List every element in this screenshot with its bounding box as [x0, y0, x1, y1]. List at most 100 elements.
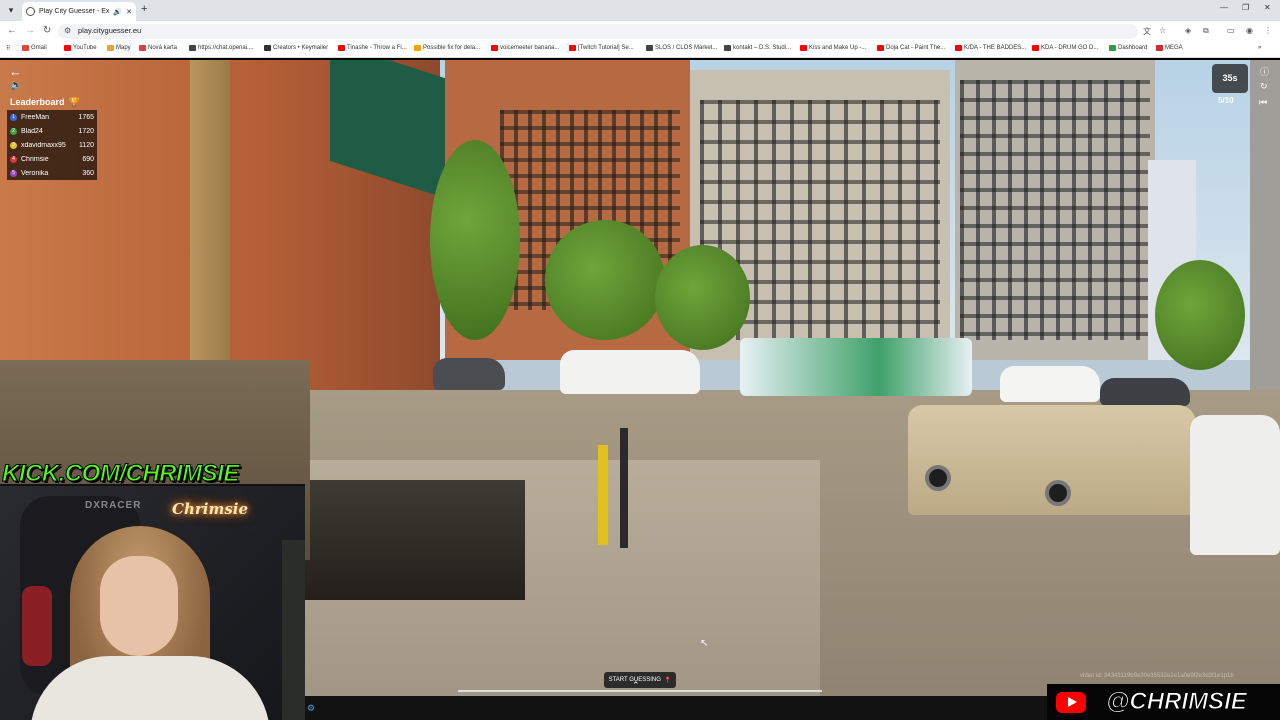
globe-icon [26, 7, 35, 16]
leaderboard-row: 1 FreeMan 1765 [7, 110, 97, 124]
window-grid [960, 80, 1150, 340]
neon-sign: Chrimsie [172, 500, 249, 518]
bookmark-nova-karta[interactable]: Nová karta [139, 45, 177, 51]
rank-badge: 2 [10, 127, 17, 135]
bookmarks-bar: ⠿ Gmail YouTube Mapy Nová karta https://… [0, 42, 1280, 58]
stone-block [305, 480, 525, 600]
bookmark-tinashe[interactable]: Tinashe - Throw a Fi... [338, 45, 407, 51]
keymailer-icon [264, 45, 271, 51]
skip-back-icon[interactable]: ⏮ [1259, 97, 1267, 108]
speaker-icon[interactable]: 🔊 [113, 8, 122, 16]
site-info-icon[interactable]: ⚙ [64, 26, 71, 35]
youtube-icon [491, 45, 498, 51]
close-tab-icon[interactable]: ✕ [126, 8, 132, 16]
kick-channel-text: KICK.COM/CHRIMSIE [2, 460, 240, 488]
bookmark-kda-baddest[interactable]: K/DA - THE BADDES... [955, 45, 1026, 51]
parking-pole [620, 428, 628, 548]
chevron-up-icon[interactable]: ⌃ [632, 680, 640, 691]
tree [545, 220, 665, 340]
bookmark-chatgpt[interactable]: https://chat.openai.... [189, 45, 254, 51]
leaderboard-row: 4 Chrimsie 690 [7, 152, 97, 166]
bookmark-youtube[interactable]: YouTube [64, 45, 97, 51]
bookmark-twitch-tutorial[interactable]: [Twitch Tutorial] Se... [569, 45, 634, 51]
bookmark-slos[interactable]: SLOS / CLOS Market... [646, 45, 717, 51]
mega-icon [1156, 45, 1163, 51]
bookmark-kiss-and-make-up[interactable]: Kiss and Make Up -... [800, 45, 866, 51]
player-points: 1720 [78, 127, 94, 135]
bookmark-doja-cat[interactable]: Doja Cat - Paint The... [877, 45, 945, 51]
back-arrow-icon[interactable]: ← [9, 64, 22, 79]
sound-icon[interactable]: 🔈 [10, 80, 22, 91]
map-drawer-handle[interactable] [458, 690, 822, 696]
refresh-icon[interactable]: ↻ [1260, 81, 1268, 92]
wheel [1045, 480, 1071, 506]
gmail-icon [22, 45, 29, 51]
minimize-icon[interactable]: — [1220, 3, 1228, 12]
info-icon[interactable]: ⓘ [1260, 65, 1269, 78]
bookmark-dashboard[interactable]: Dashboard [1109, 45, 1147, 51]
trophy-icon: 🏆 [68, 97, 80, 107]
sidebar-icon[interactable]: ▭ [1227, 26, 1235, 35]
dark-car-right [1100, 378, 1190, 406]
browser-toolbar: ← → ↻ ⚙ play.cityguesser.eu 文 ☆ ◈ ⧉ ▭ ◉ … [0, 21, 1280, 42]
chair-accent [22, 586, 52, 666]
tree [1155, 260, 1245, 370]
url-text: play.cityguesser.eu [78, 26, 142, 35]
tab-title: Play City Guesser - Explore [39, 8, 110, 15]
tab-active[interactable]: Play City Guesser - Explore 🔊 ✕ [22, 2, 136, 21]
bookmark-keymailer[interactable]: Creators • Keymailer [264, 45, 328, 51]
maximize-icon[interactable]: ❐ [1242, 3, 1249, 12]
white-van [560, 350, 700, 394]
bus [740, 338, 972, 396]
youtube-icon [800, 45, 807, 51]
webcam-overlay: DXRACER Chrimsie [0, 484, 305, 720]
leaderboard-row: 3 xdavidmaxx95 1120 [7, 138, 97, 152]
back-icon[interactable]: ← [7, 25, 17, 36]
youtube-icon [338, 45, 345, 51]
dark-car [433, 358, 505, 390]
rank-badge: 1 [10, 113, 17, 121]
forward-icon[interactable]: → [25, 25, 35, 36]
mapy-icon [107, 45, 114, 51]
bookmark-mapy[interactable]: Mapy [107, 45, 131, 51]
shield-icon[interactable]: ◈ [1185, 26, 1191, 35]
bookmark-voicemeeter[interactable]: voicemeeter banana... [491, 45, 559, 51]
extensions-icon[interactable]: ⧉ [1203, 26, 1209, 36]
player-name: Blad24 [21, 127, 43, 135]
bookmark-mega[interactable]: MEGA [1156, 45, 1183, 51]
player-name: Veronika [21, 169, 49, 177]
profile-icon[interactable]: ◉ [1246, 26, 1253, 35]
leaderboard: 1 FreeMan 1765 2 Blad24 1720 3 xdavidmaxx95 11… [7, 110, 97, 180]
youtube-icon [877, 45, 884, 51]
player-points: 1765 [78, 113, 94, 121]
bookmark-kda-drum[interactable]: KDA - DRUM GO D... [1032, 45, 1098, 51]
leaderboard-title: Leaderboard 🏆 [10, 97, 80, 107]
apps-icon[interactable]: ⠿ [6, 45, 10, 52]
reload-icon[interactable]: ↻ [43, 25, 51, 36]
player-points: 360 [82, 169, 94, 177]
translate-icon[interactable]: 文 [1143, 26, 1151, 37]
close-window-icon[interactable]: ✕ [1264, 3, 1271, 12]
new-tab-button[interactable]: + [141, 3, 147, 15]
player-points: 1120 [78, 141, 94, 149]
tab-search-icon[interactable]: ▾ [4, 3, 18, 17]
menu-icon[interactable]: ⋮ [1264, 26, 1272, 35]
chair-brand: DXRACER [85, 500, 142, 511]
bookmark-possible-fix[interactable]: Possible fix for dela... [414, 45, 480, 51]
rank-badge: 3 [10, 141, 17, 149]
youtube-icon [64, 45, 71, 51]
rank-badge: 4 [10, 155, 17, 163]
white-car-near [1190, 415, 1280, 555]
address-bar[interactable]: ⚙ play.cityguesser.eu [58, 24, 1138, 39]
star-icon[interactable]: ☆ [1159, 26, 1166, 35]
start-guessing-button[interactable]: START GUESSING 📍 [604, 672, 676, 688]
more-bookmarks-icon[interactable]: » [1258, 45, 1261, 51]
steam-icon: ⚙ [307, 703, 316, 713]
streamer-face [100, 556, 178, 656]
bookmark-kontakt[interactable]: kontakt – D.S. Studi... [724, 45, 791, 51]
bookmark-gmail[interactable]: Gmail [22, 45, 47, 51]
player-name: FreeMan [21, 113, 50, 121]
dashboard-icon [1109, 45, 1116, 51]
openai-icon [189, 45, 196, 51]
bookmark-icon [646, 45, 653, 51]
